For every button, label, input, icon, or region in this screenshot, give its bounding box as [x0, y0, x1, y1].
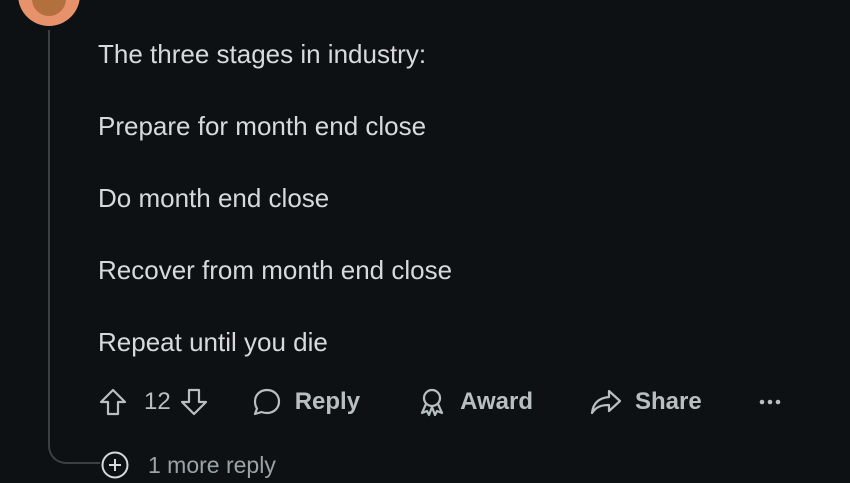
- avatar-face: [32, 0, 66, 16]
- comment-thread: The three stages in industry: Prepare fo…: [0, 0, 850, 483]
- thread-connector: [48, 418, 100, 464]
- comment-bubble-icon: [253, 388, 280, 416]
- more-replies-label: 1 more reply: [148, 451, 276, 478]
- more-options-button[interactable]: [758, 397, 782, 407]
- comment-paragraph: Do month end close: [98, 183, 330, 213]
- avatar[interactable]: [18, 0, 80, 26]
- plus-circle-icon: [100, 450, 130, 480]
- share-label: Share: [634, 388, 702, 415]
- share-button[interactable]: Share: [589, 386, 702, 418]
- reply-label: Reply: [294, 388, 361, 415]
- more-dots-icon: [759, 399, 780, 405]
- award-label: Award: [460, 388, 533, 415]
- comment-paragraph: Prepare for month end close: [98, 111, 427, 141]
- award-icon: [420, 388, 444, 417]
- comment-paragraph: The three stages in industry:: [98, 39, 427, 69]
- more-replies-link[interactable]: 1 more reply: [100, 450, 276, 480]
- upvote-icon: [99, 388, 127, 416]
- comment-paragraph: Recover from month end close: [98, 255, 453, 285]
- comment-body: The three stages in industry: Prepare fo…: [98, 36, 452, 396]
- downvote-icon: [180, 388, 207, 416]
- comment-action-bar: 12 Reply Award Share: [98, 382, 782, 422]
- share-arrow-icon: [590, 389, 622, 415]
- comment-paragraph: Repeat until you die: [98, 327, 328, 357]
- award-button[interactable]: Award: [416, 386, 533, 418]
- thread-line[interactable]: [48, 30, 50, 430]
- reply-button[interactable]: Reply: [251, 386, 360, 418]
- upvote-button[interactable]: [98, 387, 128, 417]
- vote-count: 12: [144, 388, 171, 415]
- downvote-button[interactable]: [179, 387, 209, 417]
